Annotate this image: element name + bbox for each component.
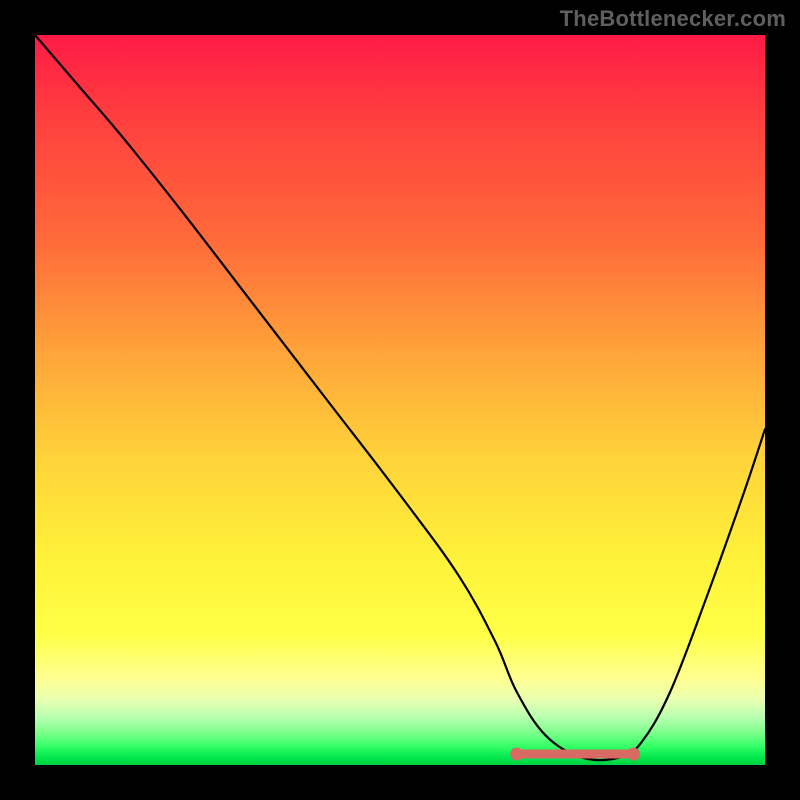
- optimal-region-end-dot: [627, 748, 640, 761]
- optimal-region-start-dot: [510, 748, 523, 761]
- bottleneck-curve: [35, 35, 765, 760]
- chart-frame: TheBottlenecker.com: [0, 0, 800, 800]
- watermark-text: TheBottlenecker.com: [560, 6, 786, 32]
- chart-svg: [35, 35, 765, 765]
- plot-area: [35, 35, 765, 765]
